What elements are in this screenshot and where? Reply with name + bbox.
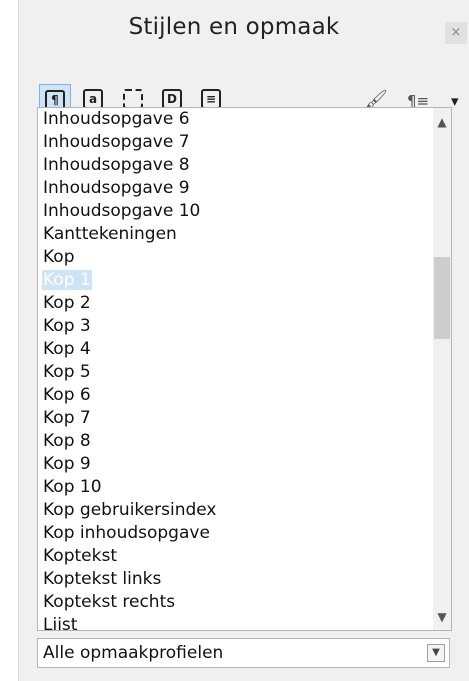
list-item[interactable]: Kop [38, 246, 433, 269]
styles-and-formatting-panel: Stijlen en opmaak × ¶ a D ≡ 🖌 ¶≡ ▾ Inhou… [18, 0, 469, 681]
list-item[interactable]: Kop gebruikersindex [38, 499, 433, 522]
scroll-thumb[interactable] [434, 257, 450, 339]
list-item-label: Kop gebruikersindex [43, 500, 217, 520]
list-item[interactable]: Kop inhoudsopgave [38, 522, 433, 545]
styles-list[interactable]: Inhoudsopgave 6 Inhoudsopgave 7 Inhoudsopg… [37, 107, 452, 631]
list-item-label: Inhoudsopgave 9 [43, 178, 190, 198]
list-item-label: Kop 3 [43, 316, 91, 336]
list-item[interactable]: Kop 8 [38, 430, 433, 453]
list-item[interactable]: Inhoudsopgave 6 [38, 108, 433, 131]
list-item-label: Kop 1 [42, 270, 92, 290]
chevron-down-icon[interactable]: ▼ [427, 644, 445, 662]
list-item-label: Koptekst links [43, 569, 162, 589]
styles-list-scrollbar[interactable]: ▲ ▼ [433, 108, 451, 630]
list-item-label: Koptekst [43, 546, 117, 566]
styles-list-items: Inhoudsopgave 6 Inhoudsopgave 7 Inhoudsopg… [38, 108, 433, 631]
list-item-label: Kop 5 [43, 362, 91, 382]
page-styles-icon: D [162, 89, 182, 109]
panel-title: Stijlen en opmaak [128, 14, 340, 40]
list-item-label: Kop 2 [43, 293, 91, 313]
list-item-label: Kop 8 [43, 431, 91, 451]
panel-titlebar: Stijlen en opmaak × [19, 0, 469, 56]
list-item-label: Inhoudsopgave 6 [43, 109, 190, 129]
list-item[interactable]: Inhoudsopgave 8 [38, 154, 433, 177]
list-item[interactable]: Inhoudsopgave 10 [38, 200, 433, 223]
list-item[interactable]: Kop 10 [38, 476, 433, 499]
list-item-label: Lijst [43, 615, 78, 631]
list-item[interactable]: Kop 7 [38, 407, 433, 430]
character-styles-icon: a [83, 89, 103, 109]
list-item[interactable]: Kop 5 [38, 361, 433, 384]
list-item-label: Inhoudsopgave 10 [43, 201, 201, 221]
list-item[interactable]: Kop 2 [38, 292, 433, 315]
list-item[interactable]: Koptekst links [38, 568, 433, 591]
list-item[interactable]: Kop 9 [38, 453, 433, 476]
list-item-label: Inhoudsopgave 8 [43, 155, 190, 175]
list-item-label: Kanttekeningen [43, 224, 177, 244]
close-button[interactable]: × [445, 22, 467, 44]
list-item-label: Kop 4 [43, 339, 91, 359]
style-filter-dropdown[interactable]: Alle opmaakprofielen ▼ [37, 638, 450, 668]
frame-styles-icon [123, 89, 143, 109]
list-styles-icon: ≡ [201, 89, 221, 109]
list-item[interactable]: Inhoudsopgave 7 [38, 131, 433, 154]
scroll-up-icon[interactable]: ▲ [433, 111, 451, 133]
list-item[interactable]: Koptekst rechts [38, 591, 433, 614]
list-item[interactable]: Kop 3 [38, 315, 433, 338]
list-item-label: Kop 7 [43, 408, 91, 428]
list-item-label: Inhoudsopgave 7 [43, 132, 190, 152]
style-actions-menu-icon[interactable]: ▾ [451, 92, 459, 110]
style-filter-value: Alle opmaakprofielen [43, 643, 224, 663]
list-item[interactable]: Kop 4 [38, 338, 433, 361]
scroll-down-icon[interactable]: ▼ [433, 606, 451, 628]
list-item-label: Kop [43, 247, 75, 267]
list-item[interactable]: Koptekst [38, 545, 433, 568]
list-item[interactable]: Lijst [38, 614, 433, 631]
list-item[interactable]: Kanttekeningen [38, 223, 433, 246]
list-item-label: Koptekst rechts [43, 592, 176, 612]
list-item-label: Kop inhoudsopgave [43, 523, 210, 543]
list-item-label: Kop 9 [43, 454, 91, 474]
list-item[interactable]: Kop 6 [38, 384, 433, 407]
list-item[interactable]: Inhoudsopgave 9 [38, 177, 433, 200]
list-item-label: Kop 6 [43, 385, 91, 405]
list-item-label: Kop 10 [43, 477, 102, 497]
list-item[interactable]: Kop 1 [38, 269, 433, 292]
